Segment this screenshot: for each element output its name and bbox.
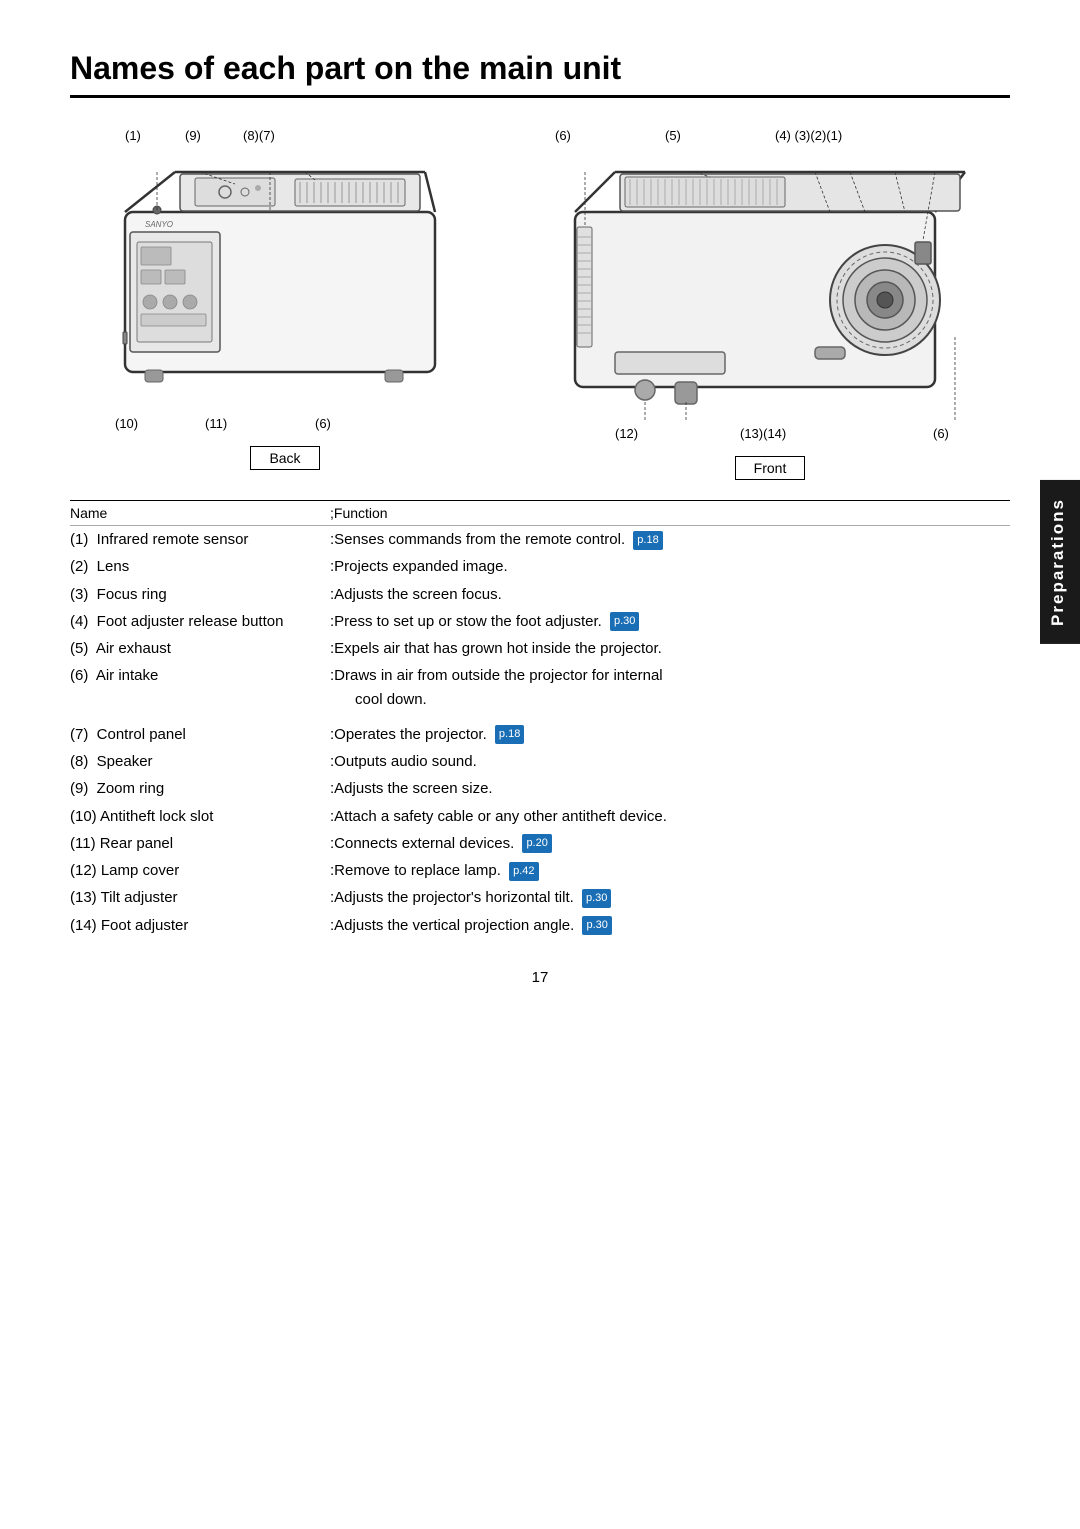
table-row: (6) Air intake :Draws in air from outsid… — [70, 662, 1010, 713]
page-ref-14[interactable]: p.30 — [582, 916, 611, 935]
part-name-8: (8) Speaker — [70, 750, 330, 773]
part-name-14: (14) Foot adjuster — [70, 914, 330, 937]
part-function-14: :Adjusts the vertical projection angle. … — [330, 914, 1010, 937]
part-name-5: (5) Air exhaust — [70, 637, 330, 660]
part-function-6: :Draws in air from outside the projector… — [330, 664, 1010, 711]
table-row: (11) Rear panel :Connects external devic… — [70, 830, 1010, 857]
front-label-6r: (6) — [933, 426, 949, 441]
page-ref-12[interactable]: p.42 — [509, 862, 538, 881]
part-function-7: :Operates the projector. p.18 — [330, 723, 1010, 746]
table-row: (5) Air exhaust :Expels air that has gro… — [70, 635, 1010, 662]
table-row: (4) Foot adjuster release button :Press … — [70, 608, 1010, 635]
table-row: (3) Focus ring :Adjusts the screen focus… — [70, 581, 1010, 608]
part-function-13: :Adjusts the projector's horizontal tilt… — [330, 886, 1010, 909]
front-label-6t: (6) — [555, 128, 571, 143]
part-name-3: (3) Focus ring — [70, 583, 330, 606]
part-name-7: (7) Control panel — [70, 723, 330, 746]
table-row: (14) Foot adjuster :Adjusts the vertical… — [70, 912, 1010, 939]
table-row: (13) Tilt adjuster :Adjusts the projecto… — [70, 884, 1010, 911]
back-label-1: (1) — [125, 128, 141, 143]
back-diagram: (1) (9) (8)(7) — [70, 128, 500, 470]
part-function-1: :Senses commands from the remote control… — [330, 528, 1010, 551]
table-row: (9) Zoom ring :Adjusts the screen size. — [70, 775, 1010, 802]
svg-text:SANYO: SANYO — [145, 220, 173, 229]
page-ref-7[interactable]: p.18 — [495, 725, 524, 744]
part-name-10: (10) Antitheft lock slot — [70, 805, 330, 828]
front-top-labels: (6) (5) (4) (3)(2)(1) — [555, 128, 985, 150]
table-row: (1) Infrared remote sensor :Senses comma… — [70, 526, 1010, 553]
part-name-2: (2) Lens — [70, 555, 330, 578]
front-label-4321: (4) (3)(2)(1) — [775, 128, 842, 143]
diagrams-section: (1) (9) (8)(7) — [70, 128, 1010, 480]
table-header: Name ;Function — [70, 500, 1010, 526]
front-projector-svg — [530, 152, 1010, 422]
front-label-12: (12) — [615, 426, 638, 441]
back-label-11: (11) — [205, 416, 227, 431]
page-number: 17 — [70, 969, 1010, 986]
part-name-9: (9) Zoom ring — [70, 777, 330, 800]
front-label-1314: (13)(14) — [740, 426, 786, 441]
table-row: (8) Speaker :Outputs audio sound. — [70, 748, 1010, 775]
part-function-4: :Press to set up or stow the foot adjust… — [330, 610, 1010, 633]
table-row: (7) Control panel :Operates the projecto… — [70, 721, 1010, 748]
back-label-10: (10) — [115, 416, 138, 431]
part-function-12: :Remove to replace lamp. p.42 — [330, 859, 1010, 882]
page-title: Names of each part on the main unit — [70, 50, 1010, 98]
back-label-6b: (6) — [315, 416, 331, 431]
page-ref-1[interactable]: p.18 — [633, 531, 662, 550]
part-function-11: :Connects external devices. p.20 — [330, 832, 1010, 855]
table-row: (2) Lens :Projects expanded image. — [70, 553, 1010, 580]
parts-table: Name ;Function (1) Infrared remote senso… — [70, 500, 1010, 939]
page-ref-13[interactable]: p.30 — [582, 889, 611, 908]
part-name-1: (1) Infrared remote sensor — [70, 528, 330, 551]
table-row: (10) Antitheft lock slot :Attach a safet… — [70, 803, 1010, 830]
part-function-8: :Outputs audio sound. — [330, 750, 1010, 773]
part-name-4: (4) Foot adjuster release button — [70, 610, 330, 633]
page-ref-4[interactable]: p.30 — [610, 612, 639, 631]
back-projector-svg: SANYO — [70, 152, 500, 412]
part-name-12: (12) Lamp cover — [70, 859, 330, 882]
back-label-button: Back — [250, 446, 319, 470]
back-label-9: (9) — [185, 128, 201, 143]
part-name-13: (13) Tilt adjuster — [70, 886, 330, 909]
back-top-labels: (1) (9) (8)(7) — [95, 128, 475, 150]
page-ref-11[interactable]: p.20 — [522, 834, 551, 853]
back-label-87: (8)(7) — [243, 128, 275, 143]
front-diagram: (6) (5) (4) (3)(2)(1) — [530, 128, 1010, 480]
front-label-5: (5) — [665, 128, 681, 143]
front-label-button: Front — [735, 456, 806, 480]
part-function-2: :Projects expanded image. — [330, 555, 1010, 578]
back-bottom-labels: (10) (11) (6) — [95, 416, 475, 438]
part-function-3: :Adjusts the screen focus. — [330, 583, 1010, 606]
side-tab: Preparations — [1040, 480, 1080, 644]
part-function-10: :Attach a safety cable or any other anti… — [330, 805, 1010, 828]
table-col-function-header: ;Function — [330, 505, 1010, 521]
table-col-name-header: Name — [70, 505, 330, 521]
table-row: (12) Lamp cover :Remove to replace lamp.… — [70, 857, 1010, 884]
part-function-9: :Adjusts the screen size. — [330, 777, 1010, 800]
part-name-11: (11) Rear panel — [70, 832, 330, 855]
part-function-5: :Expels air that has grown hot inside th… — [330, 637, 1010, 660]
front-bottom-labels: (12) (13)(14) (6) — [555, 426, 985, 448]
part-name-6: (6) Air intake — [70, 664, 330, 687]
